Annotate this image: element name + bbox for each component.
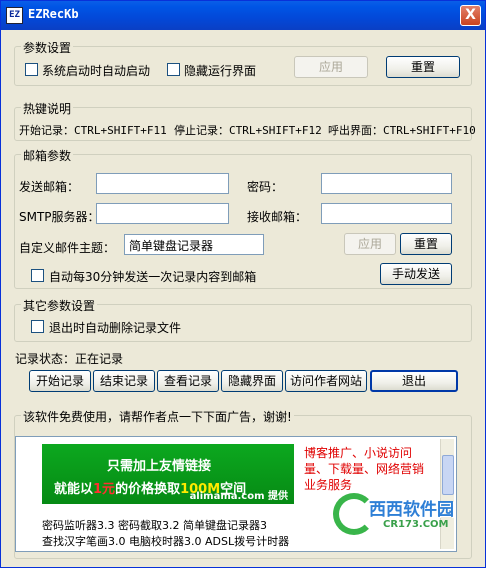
ad-link-line1[interactable]: 密码监听器3.3 密码截取3.2 简单键盘记录器3: [42, 517, 267, 533]
smtp-label: SMTP服务器：: [19, 210, 100, 224]
hotkey-start: 开始记录：CTRL+SHIFT+F11: [19, 124, 167, 137]
params-legend: 参数设置: [21, 39, 74, 56]
send-email-label: 发送邮箱：: [19, 180, 80, 194]
title-bar[interactable]: EZ EZRecKb X: [1, 1, 485, 30]
delete-on-exit-checkbox[interactable]: [31, 320, 44, 333]
params-apply-button[interactable]: 应用: [294, 56, 368, 78]
stop-record-button[interactable]: 结束记录: [93, 370, 155, 392]
recv-email-label: 接收邮箱：: [247, 210, 308, 224]
exit-button[interactable]: 退出: [370, 370, 458, 392]
record-status: 记录状态：正在记录: [15, 352, 124, 366]
ad-legend: 该软件免费使用，请帮作者点一下下面广告，谢谢!: [21, 408, 294, 425]
password-input[interactable]: [321, 173, 452, 194]
mail-reset-button[interactable]: 重置: [400, 233, 452, 255]
close-icon: X: [465, 7, 476, 23]
params-reset-button[interactable]: 重置: [386, 56, 460, 78]
banner-line1: 只需加上友情链接: [107, 459, 212, 474]
mail-legend: 邮箱参数: [21, 147, 74, 164]
other-legend: 其它参数设置: [21, 297, 98, 314]
hotkeys-legend: 热键说明: [21, 100, 74, 117]
view-record-button[interactable]: 查看记录: [157, 370, 219, 392]
hide-ui-checkbox[interactable]: [167, 63, 180, 76]
autostart-label: 系统启动时自动启动: [42, 64, 151, 78]
visit-author-button[interactable]: 访问作者网站: [285, 370, 367, 392]
recv-email-input[interactable]: [321, 203, 452, 224]
manual-send-button[interactable]: 手动发送: [380, 263, 452, 285]
delete-on-exit-label: 退出时自动删除记录文件: [49, 321, 182, 335]
subject-input[interactable]: 简单键盘记录器: [124, 234, 264, 255]
site-watermark: 西西软件园 CR173.COM: [333, 485, 481, 551]
alimama-logo: alimama.com 提供: [189, 491, 288, 502]
subject-label: 自定义邮件主题：: [19, 241, 116, 255]
close-button[interactable]: X: [460, 5, 481, 26]
mail-apply-button[interactable]: 应用: [344, 233, 396, 255]
ad-banner[interactable]: 只需加上友情链接 就能以1元的价格换取100M空间 alimama.com 提供: [42, 444, 294, 504]
app-icon: EZ: [6, 7, 23, 24]
hotkey-show: 呼出界面：CTRL+SHIFT+F10: [328, 124, 476, 137]
watermark-text: 西西软件园: [369, 500, 454, 520]
auto-send-label: 自动每30分钟发送一次记录内容到邮箱: [49, 270, 257, 284]
watermark-sub: CR173.COM: [383, 519, 449, 530]
hotkey-stop: 停止记录：CTRL+SHIFT+F12: [174, 124, 322, 137]
window-title: EZRecKb: [28, 7, 79, 21]
app-window: EZ EZRecKb X 参数设置 系统启动时自动启动 隐藏运行界面 应用 重置…: [0, 0, 486, 568]
ad-link-line2[interactable]: 查找汉字笔画3.0 电脑校时器3.0 ADSL拨号计时器: [42, 533, 289, 549]
hide-ui-label: 隐藏运行界面: [184, 64, 257, 78]
autostart-checkbox[interactable]: [25, 63, 38, 76]
start-record-button[interactable]: 开始记录: [29, 370, 91, 392]
auto-send-checkbox[interactable]: [31, 269, 44, 282]
hide-ui-button[interactable]: 隐藏界面: [221, 370, 283, 392]
send-email-input[interactable]: [96, 173, 229, 194]
smtp-input[interactable]: [96, 203, 229, 224]
password-label: 密码：: [247, 180, 284, 194]
